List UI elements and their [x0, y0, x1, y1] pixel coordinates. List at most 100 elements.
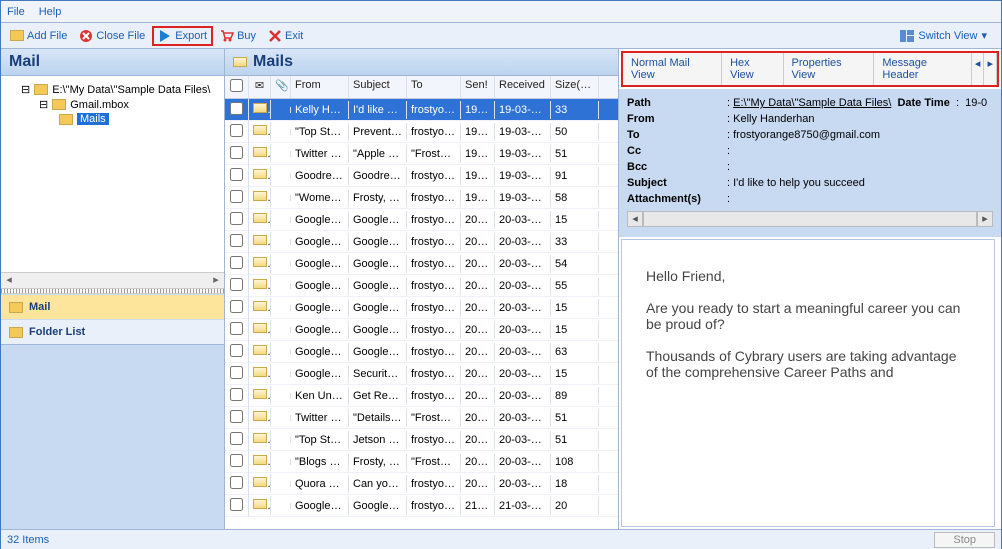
tree-mails[interactable]: Mails — [5, 112, 220, 126]
cell-size: 89 — [551, 387, 599, 405]
cell-size: 33 — [551, 233, 599, 251]
row-checkbox[interactable] — [230, 212, 243, 225]
tree-root[interactable]: ⊟E:\"My Data\"Sample Data Files\ — [5, 82, 220, 97]
table-row[interactable]: Google …Security…frostyor…20…20-03-2…15 — [225, 363, 618, 385]
row-checkbox[interactable] — [230, 322, 243, 335]
row-checkbox[interactable] — [230, 190, 243, 203]
switch-view-button[interactable]: Switch View ▾ — [895, 27, 997, 45]
cell-to: frostyor… — [407, 101, 461, 119]
row-checkbox[interactable] — [230, 410, 243, 423]
col-subject[interactable]: Subject — [349, 76, 407, 98]
cell-sent: 20… — [461, 475, 495, 493]
row-checkbox[interactable] — [230, 366, 243, 379]
folder-tree[interactable]: ⊟E:\"My Data\"Sample Data Files\ ⊟Gmail.… — [1, 76, 224, 272]
table-row[interactable]: "Blogs …Frosty, …"Frosty …20…20-03-2…108 — [225, 451, 618, 473]
row-checkbox[interactable] — [230, 124, 243, 137]
col-from[interactable]: From — [291, 76, 349, 98]
row-checkbox[interactable] — [230, 476, 243, 489]
row-checkbox[interactable] — [230, 454, 243, 467]
tab-properties-view[interactable]: Properties View — [784, 53, 875, 85]
row-checkbox[interactable] — [230, 168, 243, 181]
table-row[interactable]: "Top St…Jetson …frostyor…20…20-03-2…51 — [225, 429, 618, 451]
table-row[interactable]: Google …Google …frostyor…20…20-03-2…15 — [225, 297, 618, 319]
grid-header: ✉ 📎 From Subject To Sen! Received Size(K… — [225, 76, 618, 99]
row-checkbox[interactable] — [230, 146, 243, 159]
cell-size: 55 — [551, 277, 599, 295]
cell-sent: 21… — [461, 497, 495, 515]
tab-scroll-left[interactable]: ◂ — [972, 53, 985, 85]
col-received[interactable]: Received — [495, 76, 551, 98]
table-row[interactable]: Google …Google …frostyor…20…20-03-2…15 — [225, 209, 618, 231]
table-row[interactable]: Ken Un…Get Res…frostyor…20…20-03-2…89 — [225, 385, 618, 407]
row-checkbox[interactable] — [230, 498, 243, 511]
cell-received: 20-03-2… — [495, 299, 551, 317]
tab-normal-view[interactable]: Normal Mail View — [623, 53, 722, 85]
collapse-icon[interactable]: ⊟ — [21, 83, 30, 96]
row-checkbox[interactable] — [230, 388, 243, 401]
cell-subject: Google … — [349, 497, 407, 515]
stop-button[interactable]: Stop — [934, 532, 995, 548]
mail-icon — [253, 455, 267, 465]
menu-help[interactable]: Help — [39, 6, 62, 18]
select-all-checkbox[interactable] — [230, 79, 243, 92]
nav-folder-list[interactable]: Folder List — [1, 319, 224, 344]
row-checkbox[interactable] — [230, 234, 243, 247]
message-meta: Path: E:\"My Data\"Sample Data Files\ Da… — [619, 89, 1001, 237]
cell-sent: 20… — [461, 387, 495, 405]
meta-subj-v: I'd like to help you succeed — [733, 177, 865, 189]
grid-body[interactable]: Kelly Ha…I'd like …frostyor…19…19-03-2…3… — [225, 99, 618, 529]
collapse-icon[interactable]: ⊟ — [39, 98, 48, 111]
table-row[interactable]: Goodre…Goodre…frostyor…19…19-03-2…91 — [225, 165, 618, 187]
message-body[interactable]: Hello Friend, Are you ready to start a m… — [621, 239, 995, 527]
tab-scroll-right[interactable]: ▸ — [984, 53, 997, 85]
row-checkbox[interactable] — [230, 278, 243, 291]
tab-message-header[interactable]: Message Header — [874, 53, 972, 85]
row-checkbox[interactable] — [230, 300, 243, 313]
row-checkbox[interactable] — [230, 344, 243, 357]
exit-button[interactable]: Exit — [263, 27, 308, 45]
table-row[interactable]: Twitter …"Details…"Frosty …20…20-03-2…51 — [225, 407, 618, 429]
cell-subject: Google … — [349, 211, 407, 229]
cell-subject: Google … — [349, 343, 407, 361]
cell-from: Google … — [291, 255, 349, 273]
dropdown-icon: ▾ — [981, 29, 987, 42]
cell-received: 20-03-2… — [495, 277, 551, 295]
cell-sent: 20… — [461, 365, 495, 383]
meta-hscroll[interactable]: ◂▸ — [627, 211, 993, 227]
table-row[interactable]: Google …Google …frostyor…20…20-03-2…63 — [225, 341, 618, 363]
table-row[interactable]: "Wome…Frosty, …frostyor…19…19-03-2…58 — [225, 187, 618, 209]
col-sent[interactable]: Sen! — [461, 76, 495, 98]
cell-to: frostyor… — [407, 299, 461, 317]
table-row[interactable]: Google …Google …frostyor…20…20-03-2…54 — [225, 253, 618, 275]
table-row[interactable]: Kelly Ha…I'd like …frostyor…19…19-03-2…3… — [225, 99, 618, 121]
add-file-button[interactable]: Add File — [5, 27, 72, 45]
col-size[interactable]: Size(KB) — [551, 76, 599, 98]
tree-hscroll[interactable]: ◂▸ — [1, 272, 224, 288]
table-row[interactable]: Google …Google …frostyor…20…20-03-2…55 — [225, 275, 618, 297]
close-file-button[interactable]: Close File — [74, 27, 150, 45]
meta-path-v[interactable]: E:\"My Data\"Sample Data Files\ — [733, 97, 891, 109]
tab-hex-view[interactable]: Hex View — [722, 53, 783, 85]
meta-from-k: From — [627, 113, 727, 125]
table-row[interactable]: Twitter …"Apple …"Frosty …19…19-03-2…51 — [225, 143, 618, 165]
meta-from-v: Kelly Handerhan — [733, 113, 814, 125]
col-to[interactable]: To — [407, 76, 461, 98]
nav-mail[interactable]: Mail — [1, 294, 224, 319]
row-checkbox[interactable] — [230, 432, 243, 445]
tree-mbox[interactable]: ⊟Gmail.mbox — [5, 97, 220, 112]
table-row[interactable]: Quora …Can yo…frostyor…20…20-03-2…18 — [225, 473, 618, 495]
mail-icon — [253, 191, 267, 201]
table-row[interactable]: Google …Google …frostyor…20…20-03-2…33 — [225, 231, 618, 253]
cell-from: Ken Un… — [291, 387, 349, 405]
row-checkbox[interactable] — [230, 256, 243, 269]
table-row[interactable]: Google …Google …frostyor…21…21-03-2…20 — [225, 495, 618, 517]
menu-file[interactable]: File — [7, 6, 25, 18]
row-checkbox[interactable] — [230, 102, 243, 115]
table-row[interactable]: "Top St…Prevent…frostyor…19…19-03-2…50 — [225, 121, 618, 143]
cell-from: Twitter … — [291, 145, 349, 163]
export-button[interactable]: Export — [152, 26, 213, 46]
x-icon — [268, 29, 282, 43]
table-row[interactable]: Google …Google …frostyor…20…20-03-2…15 — [225, 319, 618, 341]
buy-button[interactable]: Buy — [215, 27, 261, 45]
meta-cc-k: Cc — [627, 145, 727, 157]
